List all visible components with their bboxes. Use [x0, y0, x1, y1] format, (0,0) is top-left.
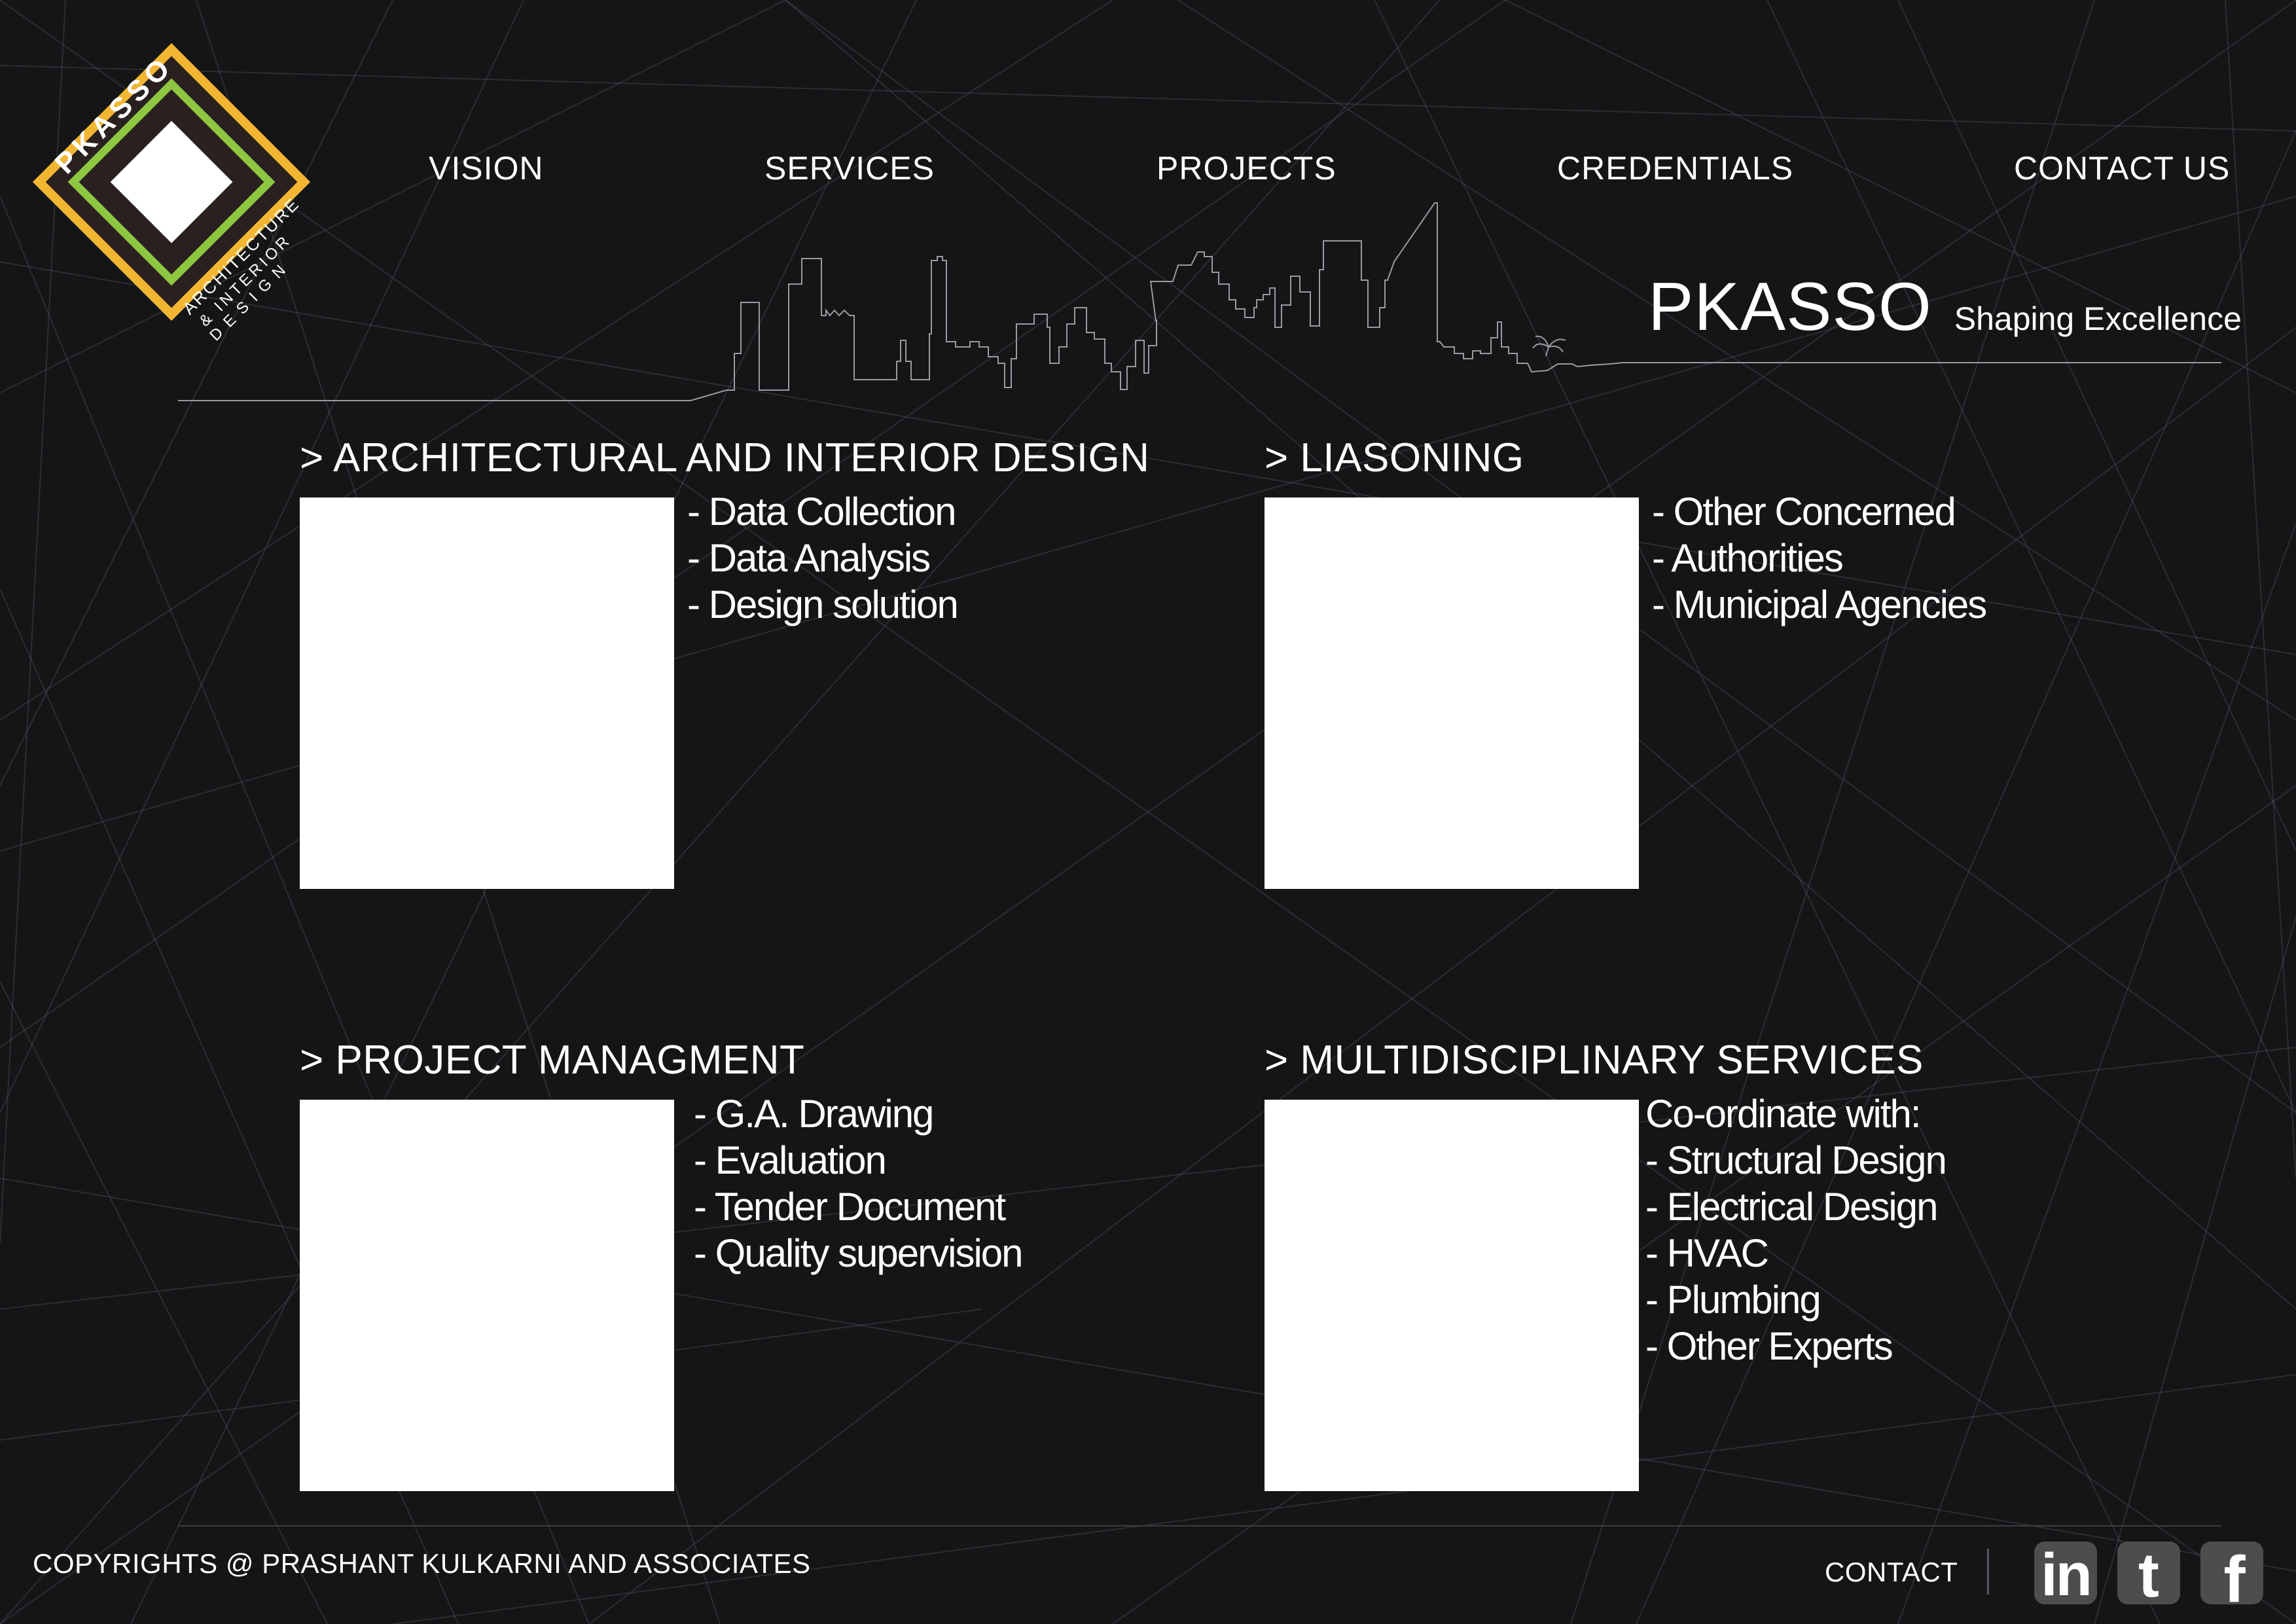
brand-name: PKASSO	[1648, 269, 1932, 345]
service-list: - G.A. Drawing - Evaluation - Tender Doc…	[694, 1091, 1024, 1276]
list-item: - Municipal Agencies	[1652, 583, 1987, 626]
list-item: - Quality supervision	[694, 1231, 1024, 1275]
twitter-icon: t	[2138, 1542, 2159, 1604]
service-heading[interactable]: > ARCHITECTURAL AND INTERIOR DESIGN	[300, 435, 1149, 481]
service-image-placeholder	[300, 1100, 674, 1491]
service-list: - Other Concerned - Authorities - Munici…	[1652, 488, 1987, 628]
brand-header: PKASSO Shaping Excellence	[1648, 268, 2242, 346]
footer-separator	[1987, 1549, 1989, 1595]
list-item: - Design solution	[687, 583, 959, 626]
service-image-placeholder	[1265, 497, 1639, 889]
twitter-button[interactable]: t	[2117, 1542, 2180, 1604]
linkedin-glyph: in	[2041, 1542, 2090, 1604]
list-item: - Authorities	[1652, 536, 1844, 580]
facebook-glyph: f	[2223, 1543, 2246, 1604]
list-item: - HVAC	[1645, 1231, 1769, 1275]
services-page: PKASSO ARCHITECTURE & INTERIOR DESIGN VI…	[0, 0, 2296, 1624]
linkedin-icon: in	[2041, 1542, 2092, 1604]
footer-divider	[178, 1525, 2221, 1526]
linkedin-button[interactable]: in	[2034, 1542, 2097, 1604]
list-item: - Data Analysis	[687, 536, 931, 580]
nav-projects[interactable]: PROJECTS	[1157, 149, 1336, 187]
nav-vision[interactable]: VISION	[429, 149, 543, 187]
list-item: - Evaluation	[694, 1138, 887, 1182]
twitter-glyph: t	[2138, 1542, 2159, 1604]
list-item: Co-ordinate with:	[1645, 1092, 1922, 1136]
service-list: - Data Collection - Data Analysis - Desi…	[687, 488, 959, 628]
service-image-placeholder	[300, 497, 674, 889]
copyright-text: COPYRIGHTS @ PRASHANT KULKARNI AND ASSOC…	[33, 1548, 811, 1579]
main-nav: VISION SERVICES PROJECTS CREDENTIALS CON…	[0, 149, 2296, 195]
service-image-placeholder	[1265, 1100, 1639, 1491]
list-item: - Other Concerned	[1652, 490, 1956, 533]
list-item: - Other Experts	[1645, 1324, 1893, 1368]
facebook-icon: f	[2223, 1543, 2246, 1604]
list-item: - Data Collection	[687, 490, 957, 533]
list-item: - Electrical Design	[1645, 1185, 1938, 1229]
list-item: - Plumbing	[1645, 1278, 1821, 1322]
service-heading[interactable]: > MULTIDISCIPLINARY SERVICES	[1265, 1037, 1924, 1083]
nav-credentials[interactable]: CREDENTIALS	[1557, 149, 1793, 187]
list-item: - Structural Design	[1645, 1138, 1947, 1182]
nav-contact-us[interactable]: CONTACT US	[2014, 149, 2230, 187]
brand-tagline: Shaping Excellence	[1954, 300, 2242, 337]
service-heading[interactable]: > PROJECT MANAGMENT	[300, 1037, 804, 1083]
service-list: Co-ordinate with: - Structural Design - …	[1645, 1091, 1947, 1369]
facebook-button[interactable]: f	[2200, 1542, 2263, 1604]
service-heading[interactable]: > LIASONING	[1265, 435, 1524, 481]
list-item: - G.A. Drawing	[694, 1092, 934, 1136]
nav-services[interactable]: SERVICES	[764, 149, 935, 187]
list-item: - Tender Document	[694, 1185, 1006, 1229]
footer-contact-link[interactable]: CONTACT	[1825, 1557, 1958, 1588]
